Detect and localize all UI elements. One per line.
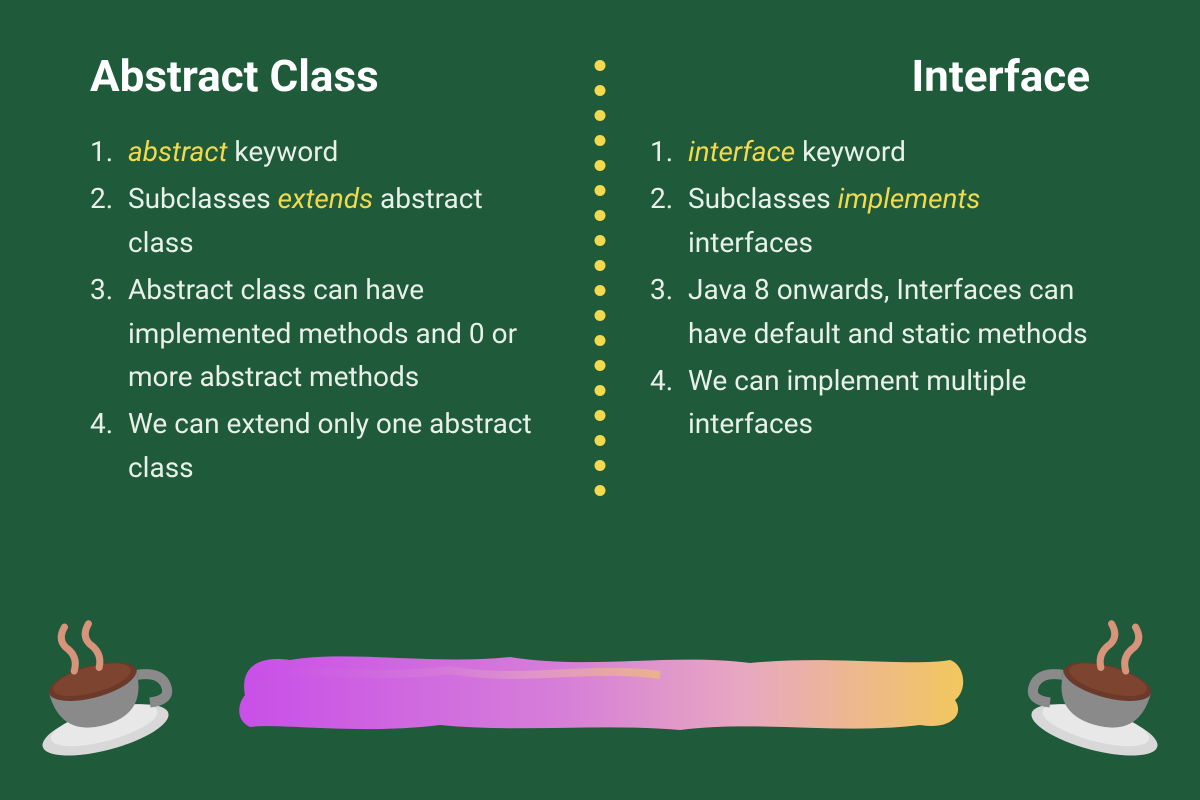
keyword: extends <box>278 182 373 215</box>
divider-dot <box>595 135 606 146</box>
divider-dot <box>595 185 606 196</box>
list-item: Abstract class can have implemented meth… <box>90 268 550 398</box>
divider-dot <box>595 235 606 246</box>
divider-dot <box>595 110 606 121</box>
keyword: implements <box>838 182 981 215</box>
divider-dot <box>595 335 606 346</box>
divider-dot <box>595 260 606 271</box>
keyword: interface <box>688 135 795 168</box>
coffee-cup-icon <box>2 592 198 788</box>
divider-dot <box>595 410 606 421</box>
divider-dot <box>595 460 606 471</box>
interface-list: interface keyword Subclasses implements … <box>650 130 1110 446</box>
list-item: interface keyword <box>650 130 1110 173</box>
list-item: Java 8 onwards, Interfaces can have defa… <box>650 268 1110 355</box>
divider-dot <box>595 310 606 321</box>
interface-title: Interface <box>650 50 1110 102</box>
coffee-cup-icon <box>1002 592 1198 788</box>
brush-stroke-icon <box>230 645 970 740</box>
divider-dot <box>595 60 606 71</box>
abstract-class-list: abstract keyword Subclasses extends abst… <box>90 130 550 489</box>
list-item: abstract keyword <box>90 130 550 173</box>
list-item: We can extend only one abstract class <box>90 402 550 489</box>
dotted-divider <box>595 60 606 496</box>
divider-dot <box>595 160 606 171</box>
divider-dot <box>595 385 606 396</box>
list-item: We can implement multiple interfaces <box>650 359 1110 446</box>
abstract-class-title: Abstract Class <box>90 50 550 102</box>
divider-dot <box>595 435 606 446</box>
divider-dot <box>595 85 606 96</box>
list-item: Subclasses extends abstract class <box>90 177 550 264</box>
abstract-class-column: Abstract Class abstract keyword Subclass… <box>90 50 600 493</box>
divider-dot <box>595 210 606 221</box>
divider-dot <box>595 485 606 496</box>
divider-dot <box>595 360 606 371</box>
list-item: Subclasses implements interfaces <box>650 177 1110 264</box>
divider-dot <box>595 285 606 296</box>
keyword: abstract <box>128 135 227 168</box>
interface-column: Interface interface keyword Subclasses i… <box>600 50 1110 493</box>
